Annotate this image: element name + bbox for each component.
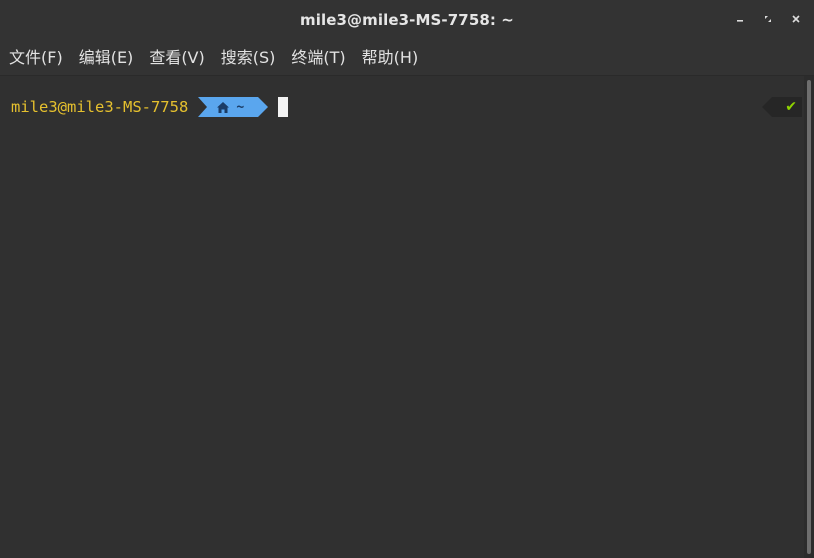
status-segment: ✔ bbox=[762, 97, 802, 117]
prompt-line: mile3@mile3-MS-7758 ~ bbox=[11, 97, 289, 117]
minimize-button[interactable] bbox=[730, 10, 750, 30]
cwd-segment: ~ bbox=[198, 97, 269, 117]
terminal-window: mile3@mile3-MS-7758: ~ 文件(F) 编辑(E) 查看(V) bbox=[0, 0, 814, 558]
window-controls bbox=[730, 10, 806, 30]
menu-search[interactable]: 搜索(S) bbox=[216, 40, 281, 76]
maximize-button[interactable] bbox=[758, 10, 778, 30]
scrollbar[interactable] bbox=[804, 76, 814, 558]
window-title: mile3@mile3-MS-7758: ~ bbox=[300, 11, 514, 29]
checkmark-icon: ✔ bbox=[785, 99, 797, 115]
prompt-cwd: ~ bbox=[236, 99, 245, 115]
menu-bar: 文件(F) 编辑(E) 查看(V) 搜索(S) 终端(T) 帮助(H) bbox=[0, 40, 814, 76]
close-icon bbox=[791, 13, 801, 27]
prompt-user-host: mile3@mile3-MS-7758 bbox=[11, 98, 189, 116]
title-bar[interactable]: mile3@mile3-MS-7758: ~ bbox=[0, 0, 814, 40]
menu-help[interactable]: 帮助(H) bbox=[357, 40, 424, 76]
scrollbar-thumb[interactable] bbox=[807, 80, 811, 554]
maximize-icon bbox=[763, 13, 773, 27]
terminal-area[interactable] bbox=[0, 76, 804, 558]
menu-edit[interactable]: 编辑(E) bbox=[74, 40, 139, 76]
close-button[interactable] bbox=[786, 10, 806, 30]
menu-file[interactable]: 文件(F) bbox=[4, 40, 68, 76]
home-icon bbox=[216, 101, 230, 114]
minimize-icon bbox=[735, 13, 745, 27]
text-cursor bbox=[278, 97, 289, 117]
menu-terminal[interactable]: 终端(T) bbox=[286, 40, 350, 76]
menu-view[interactable]: 查看(V) bbox=[144, 40, 209, 76]
